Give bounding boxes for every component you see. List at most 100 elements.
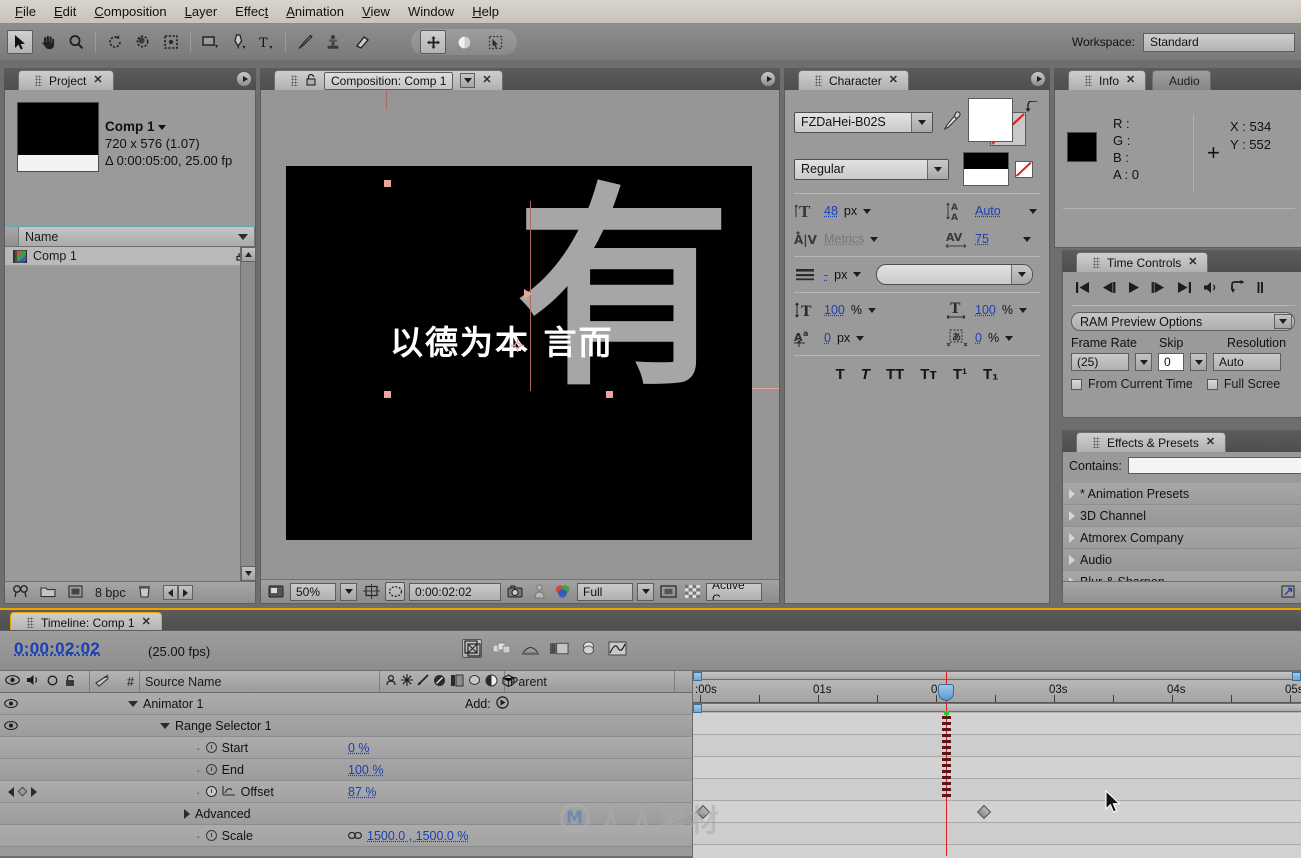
region-of-interest-icon[interactable] (658, 582, 678, 601)
full-screen-checkbox[interactable] (1206, 378, 1218, 390)
label-color-icon[interactable] (95, 674, 109, 690)
skip-field[interactable]: 0 (1158, 353, 1184, 371)
quality-icon[interactable] (417, 674, 429, 689)
row-label-group[interactable]: · Offset (196, 785, 274, 799)
frame-rate-field[interactable]: (25) (1071, 353, 1129, 371)
tab-composition[interactable]: Composition: Comp 1 ✕ (274, 70, 503, 90)
faux-bold-button[interactable]: T (836, 366, 845, 383)
eyedropper-icon[interactable] (943, 110, 962, 134)
video-visibility-toggle[interactable] (0, 698, 22, 709)
snapping-icon[interactable] (482, 30, 508, 54)
panel-menu-button[interactable] (1030, 71, 1046, 87)
chevron-down-icon[interactable] (910, 112, 932, 132)
selection-handle-br[interactable] (606, 391, 613, 398)
show-snapshot-icon[interactable] (529, 582, 549, 601)
selection-tool[interactable] (7, 30, 33, 54)
play-button[interactable] (1127, 281, 1140, 297)
all-caps-button[interactable]: TT (886, 366, 904, 383)
zoom-tool[interactable] (63, 30, 89, 54)
sphere-icon[interactable] (451, 30, 477, 54)
new-folder-icon[interactable] (40, 585, 56, 601)
row-label-group[interactable]: · Scale (196, 829, 253, 843)
tab-effects-presets[interactable]: Effects & Presets ✕ (1076, 432, 1227, 452)
lock-icon[interactable] (64, 674, 76, 690)
menu-item-effect[interactable]: Effect (226, 1, 277, 22)
stroke-type-select[interactable] (876, 264, 1034, 285)
row-value[interactable]: 87 % (348, 785, 377, 799)
previous-frame-button[interactable] (1101, 281, 1116, 297)
graph-icon[interactable] (222, 785, 236, 799)
leading-value[interactable]: Auto (975, 204, 1001, 218)
hide-shy-layers-icon[interactable] (491, 639, 511, 658)
delete-icon[interactable] (138, 584, 151, 601)
close-icon[interactable]: ✕ (142, 617, 151, 628)
clone-stamp-tool[interactable] (320, 30, 346, 54)
close-icon[interactable]: ✕ (1206, 437, 1215, 448)
channel-rgb-icon[interactable] (553, 582, 573, 601)
anchor-point-icon[interactable] (511, 339, 524, 352)
composition-canvas[interactable]: 有 以德为本 言而 (286, 166, 752, 540)
chevron-down-icon[interactable] (1005, 335, 1014, 341)
enable-frame-blending-icon[interactable] (520, 639, 540, 658)
from-current-time-checkbox[interactable] (1071, 378, 1082, 390)
small-caps-button[interactable]: Tᴛ (920, 366, 937, 383)
effects-category-item[interactable]: Audio (1063, 549, 1301, 571)
panel-menu-button[interactable] (760, 71, 776, 87)
selection-handle-bl[interactable] (384, 391, 391, 398)
link-dimensions-icon[interactable] (347, 829, 363, 843)
chevron-down-icon[interactable] (856, 335, 865, 341)
parent-header[interactable]: Parent (505, 671, 675, 692)
vertical-scale-value[interactable]: 100 (824, 303, 845, 317)
chevron-down-icon[interactable] (1028, 208, 1037, 214)
shape-tool[interactable] (197, 30, 223, 54)
work-area-bar-top[interactable] (693, 671, 1301, 681)
timeline-row-scale[interactable]: · Scale 1500.0 , 1500.0 % (0, 825, 692, 847)
menu-item-help[interactable]: Help (463, 1, 508, 22)
chevron-down-icon[interactable] (853, 272, 862, 277)
close-icon[interactable]: ✕ (1188, 257, 1197, 268)
font-style-select[interactable]: Regular (794, 158, 949, 180)
timeline-row-offset[interactable]: · Offset 87 % (0, 781, 692, 803)
menu-item-window[interactable]: Window (399, 1, 463, 22)
tab-timeline[interactable]: Timeline: Comp 1 ✕ (10, 612, 162, 632)
menu-item-view[interactable]: View (353, 1, 399, 22)
enable-motion-blur-icon[interactable] (549, 639, 569, 658)
tab-time-controls[interactable]: Time Controls ✕ (1076, 252, 1209, 272)
collapse-transformations-icon[interactable] (401, 674, 413, 689)
timeline-row-advanced[interactable]: Advanced (0, 803, 692, 825)
row-label-group[interactable]: Advanced (184, 807, 251, 821)
shy-icon[interactable] (385, 674, 397, 689)
effects-category-item[interactable]: * Animation Presets (1063, 483, 1301, 505)
project-nav-buttons[interactable] (162, 585, 193, 600)
row-label-group[interactable]: Range Selector 1 (160, 719, 272, 733)
snapshot-icon[interactable] (505, 582, 525, 601)
chevron-down-icon[interactable] (157, 124, 166, 130)
nav-next-button[interactable] (177, 585, 193, 600)
work-area-bar-bottom[interactable] (693, 703, 1301, 713)
always-preview-icon[interactable] (266, 582, 286, 601)
current-time-field[interactable]: 0:00:02:02 (409, 582, 501, 601)
faux-italic-button[interactable]: T (861, 366, 870, 383)
tracking-value[interactable]: 75 (975, 232, 989, 246)
effects-category-item[interactable]: Atmorex Company (1063, 527, 1301, 549)
effects-search-input[interactable] (1127, 457, 1301, 474)
menu-item-animation[interactable]: Animation (277, 1, 353, 22)
stopwatch-icon[interactable] (205, 786, 217, 797)
composition-name-field[interactable]: Composition: Comp 1 (324, 71, 454, 90)
menu-item-file[interactable]: File (6, 1, 45, 22)
nav-prev-button[interactable] (162, 585, 178, 600)
menu-item-composition[interactable]: Composition (85, 1, 175, 22)
skip-dropdown[interactable] (1190, 353, 1207, 371)
row-value[interactable]: 1500.0 , 1500.0 % (367, 829, 468, 843)
new-composition-icon[interactable] (68, 584, 83, 601)
chevron-down-icon[interactable] (867, 307, 876, 313)
brush-tool[interactable] (292, 30, 318, 54)
previous-keyframe-icon[interactable] (8, 786, 14, 797)
lock-icon[interactable] (305, 73, 317, 89)
zoom-dropdown[interactable] (340, 582, 357, 601)
chevron-down-icon[interactable] (238, 233, 248, 240)
last-frame-button[interactable] (1177, 281, 1192, 297)
zoom-level-field[interactable]: 50% (290, 582, 336, 601)
kerning-value[interactable]: Metrics (824, 232, 864, 246)
add-menu-icon[interactable] (496, 695, 509, 712)
